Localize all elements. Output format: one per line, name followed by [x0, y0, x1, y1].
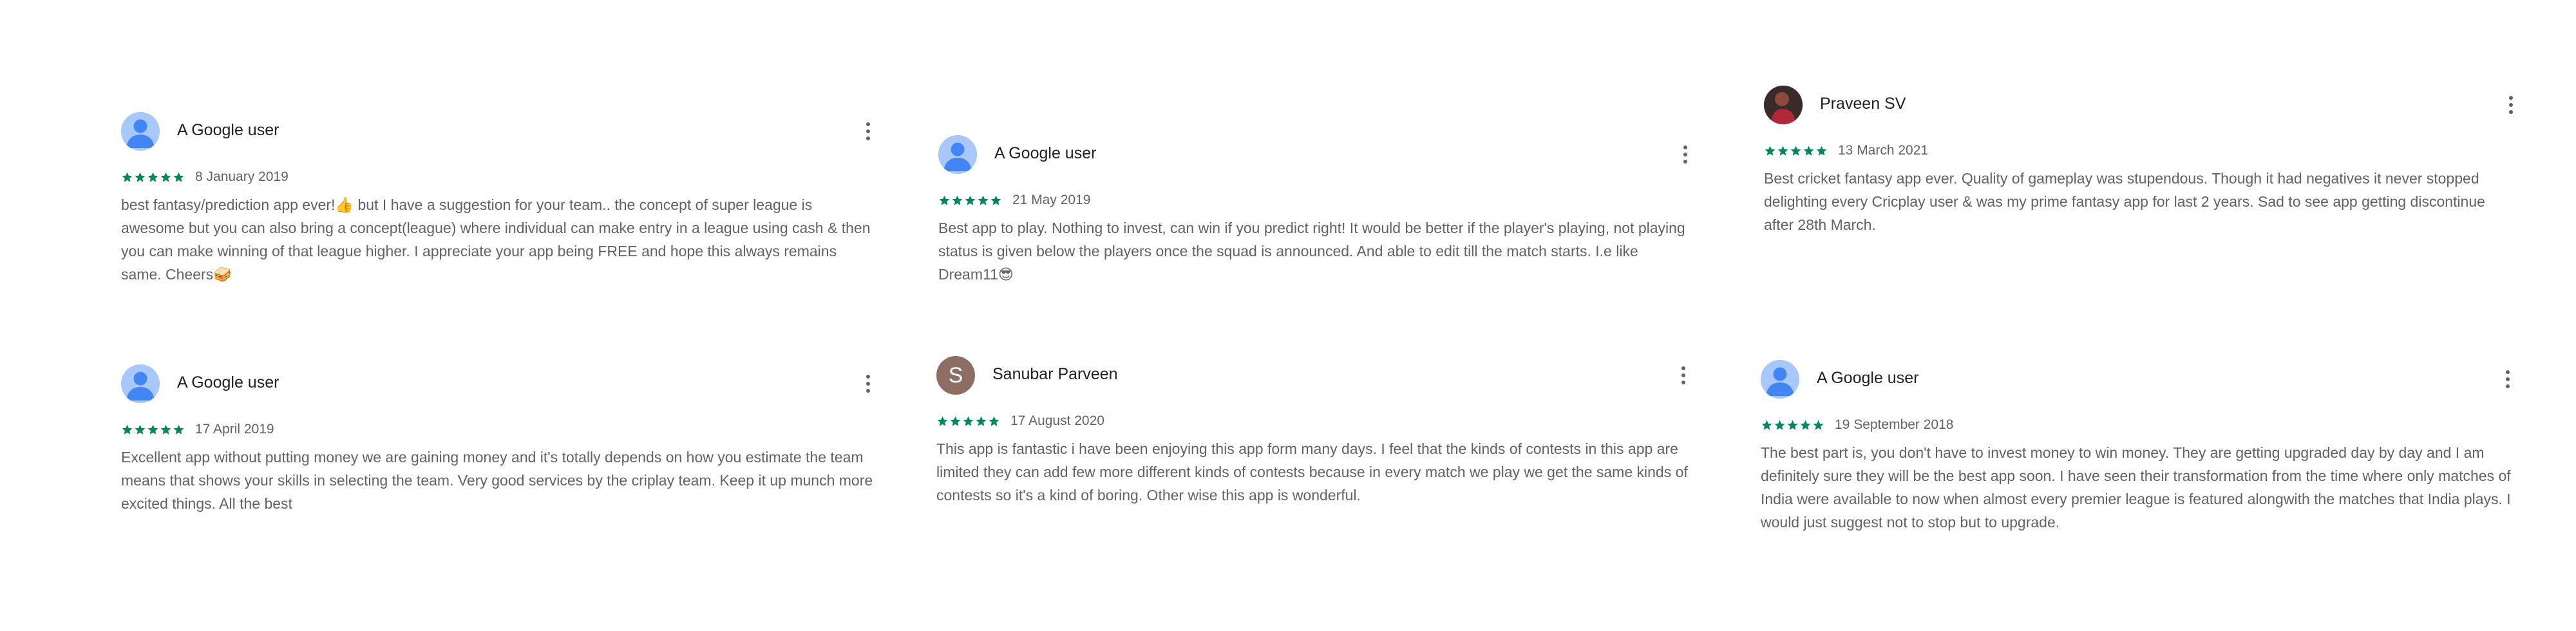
more-options-icon[interactable]	[1676, 363, 1691, 388]
star-rating	[1764, 145, 1828, 157]
star-icon	[1787, 420, 1798, 430]
star-icon	[939, 195, 950, 205]
review-card: Praveen SV 13 March 2021 Best cricket fa…	[1764, 86, 2524, 236]
avatar	[938, 135, 977, 174]
star-icon	[963, 416, 974, 426]
more-options-icon[interactable]	[1678, 142, 1693, 167]
star-icon	[122, 424, 133, 435]
star-icon	[1803, 146, 1814, 156]
more-options-icon[interactable]	[2503, 92, 2519, 118]
star-icon	[990, 195, 1001, 205]
star-icon	[952, 195, 963, 205]
review-date: 17 April 2019	[195, 422, 274, 437]
reviewer-name: Praveen SV	[1820, 95, 1906, 113]
star-rating	[938, 194, 1002, 207]
review-text: Best app to play. Nothing to invest, can…	[938, 220, 1685, 283]
review-text: This app is fantastic i have been enjoyi…	[936, 440, 1688, 504]
star-rating	[936, 415, 1000, 428]
review-card: A Google user 21 May 2019 Best app to pl…	[938, 135, 1698, 286]
review-card: S Sanubar Parveen 17 August 2020 This ap…	[936, 356, 1696, 507]
reviewer-name: A Google user	[1817, 369, 1919, 387]
avatar	[1761, 360, 1799, 399]
review-text: Best cricket fantasy app ever. Quality o…	[1764, 170, 2485, 233]
review-text: Excellent app without putting money we a…	[121, 449, 873, 512]
star-icon	[1761, 420, 1772, 430]
review-card: A Google user 17 April 2019 Excellent ap…	[121, 364, 881, 515]
review-text: best fantasy/prediction app ever!👍 but I…	[121, 196, 871, 283]
star-icon	[160, 172, 171, 182]
star-icon	[1813, 420, 1824, 430]
reviewer-name: A Google user	[994, 144, 1097, 162]
review-card: A Google user 8 January 2019 best fantas…	[121, 112, 881, 286]
star-icon	[950, 416, 961, 426]
review-date: 8 January 2019	[195, 169, 289, 184]
more-options-icon[interactable]	[860, 118, 876, 144]
review-date: 21 May 2019	[1012, 193, 1091, 207]
star-icon	[978, 195, 989, 205]
star-icon	[1790, 146, 1801, 156]
reviewer-name: A Google user	[177, 121, 279, 139]
star-icon	[965, 195, 976, 205]
star-icon	[989, 416, 999, 426]
star-icon	[1816, 146, 1827, 156]
star-icon	[937, 416, 948, 426]
star-icon	[135, 172, 146, 182]
star-rating	[121, 424, 185, 436]
star-icon	[1774, 420, 1785, 430]
star-icon	[135, 424, 146, 435]
review-date: 17 August 2020	[1010, 413, 1104, 428]
star-icon	[160, 424, 171, 435]
star-icon	[173, 424, 184, 435]
review-date: 13 March 2021	[1838, 143, 1929, 158]
star-icon	[1777, 146, 1788, 156]
star-icon	[1765, 146, 1776, 156]
reviewer-name: A Google user	[177, 373, 279, 391]
star-rating	[121, 171, 185, 184]
review-text: The best part is, you don't have to inve…	[1761, 444, 2511, 531]
avatar	[121, 364, 160, 403]
star-icon	[976, 416, 987, 426]
more-options-icon[interactable]	[860, 371, 876, 397]
letter-avatar: S	[936, 356, 975, 395]
review-card: A Google user 19 September 2018 The best…	[1761, 360, 2521, 534]
review-date: 19 September 2018	[1835, 417, 1954, 432]
avatar	[121, 112, 160, 151]
star-icon	[122, 172, 133, 182]
reviewer-name: Sanubar Parveen	[992, 365, 1118, 383]
star-icon	[147, 172, 158, 182]
more-options-icon[interactable]	[2500, 366, 2515, 392]
star-icon	[1800, 420, 1811, 430]
profile-photo	[1764, 86, 1803, 124]
star-rating	[1761, 419, 1824, 431]
star-icon	[173, 172, 184, 182]
star-icon	[147, 424, 158, 435]
